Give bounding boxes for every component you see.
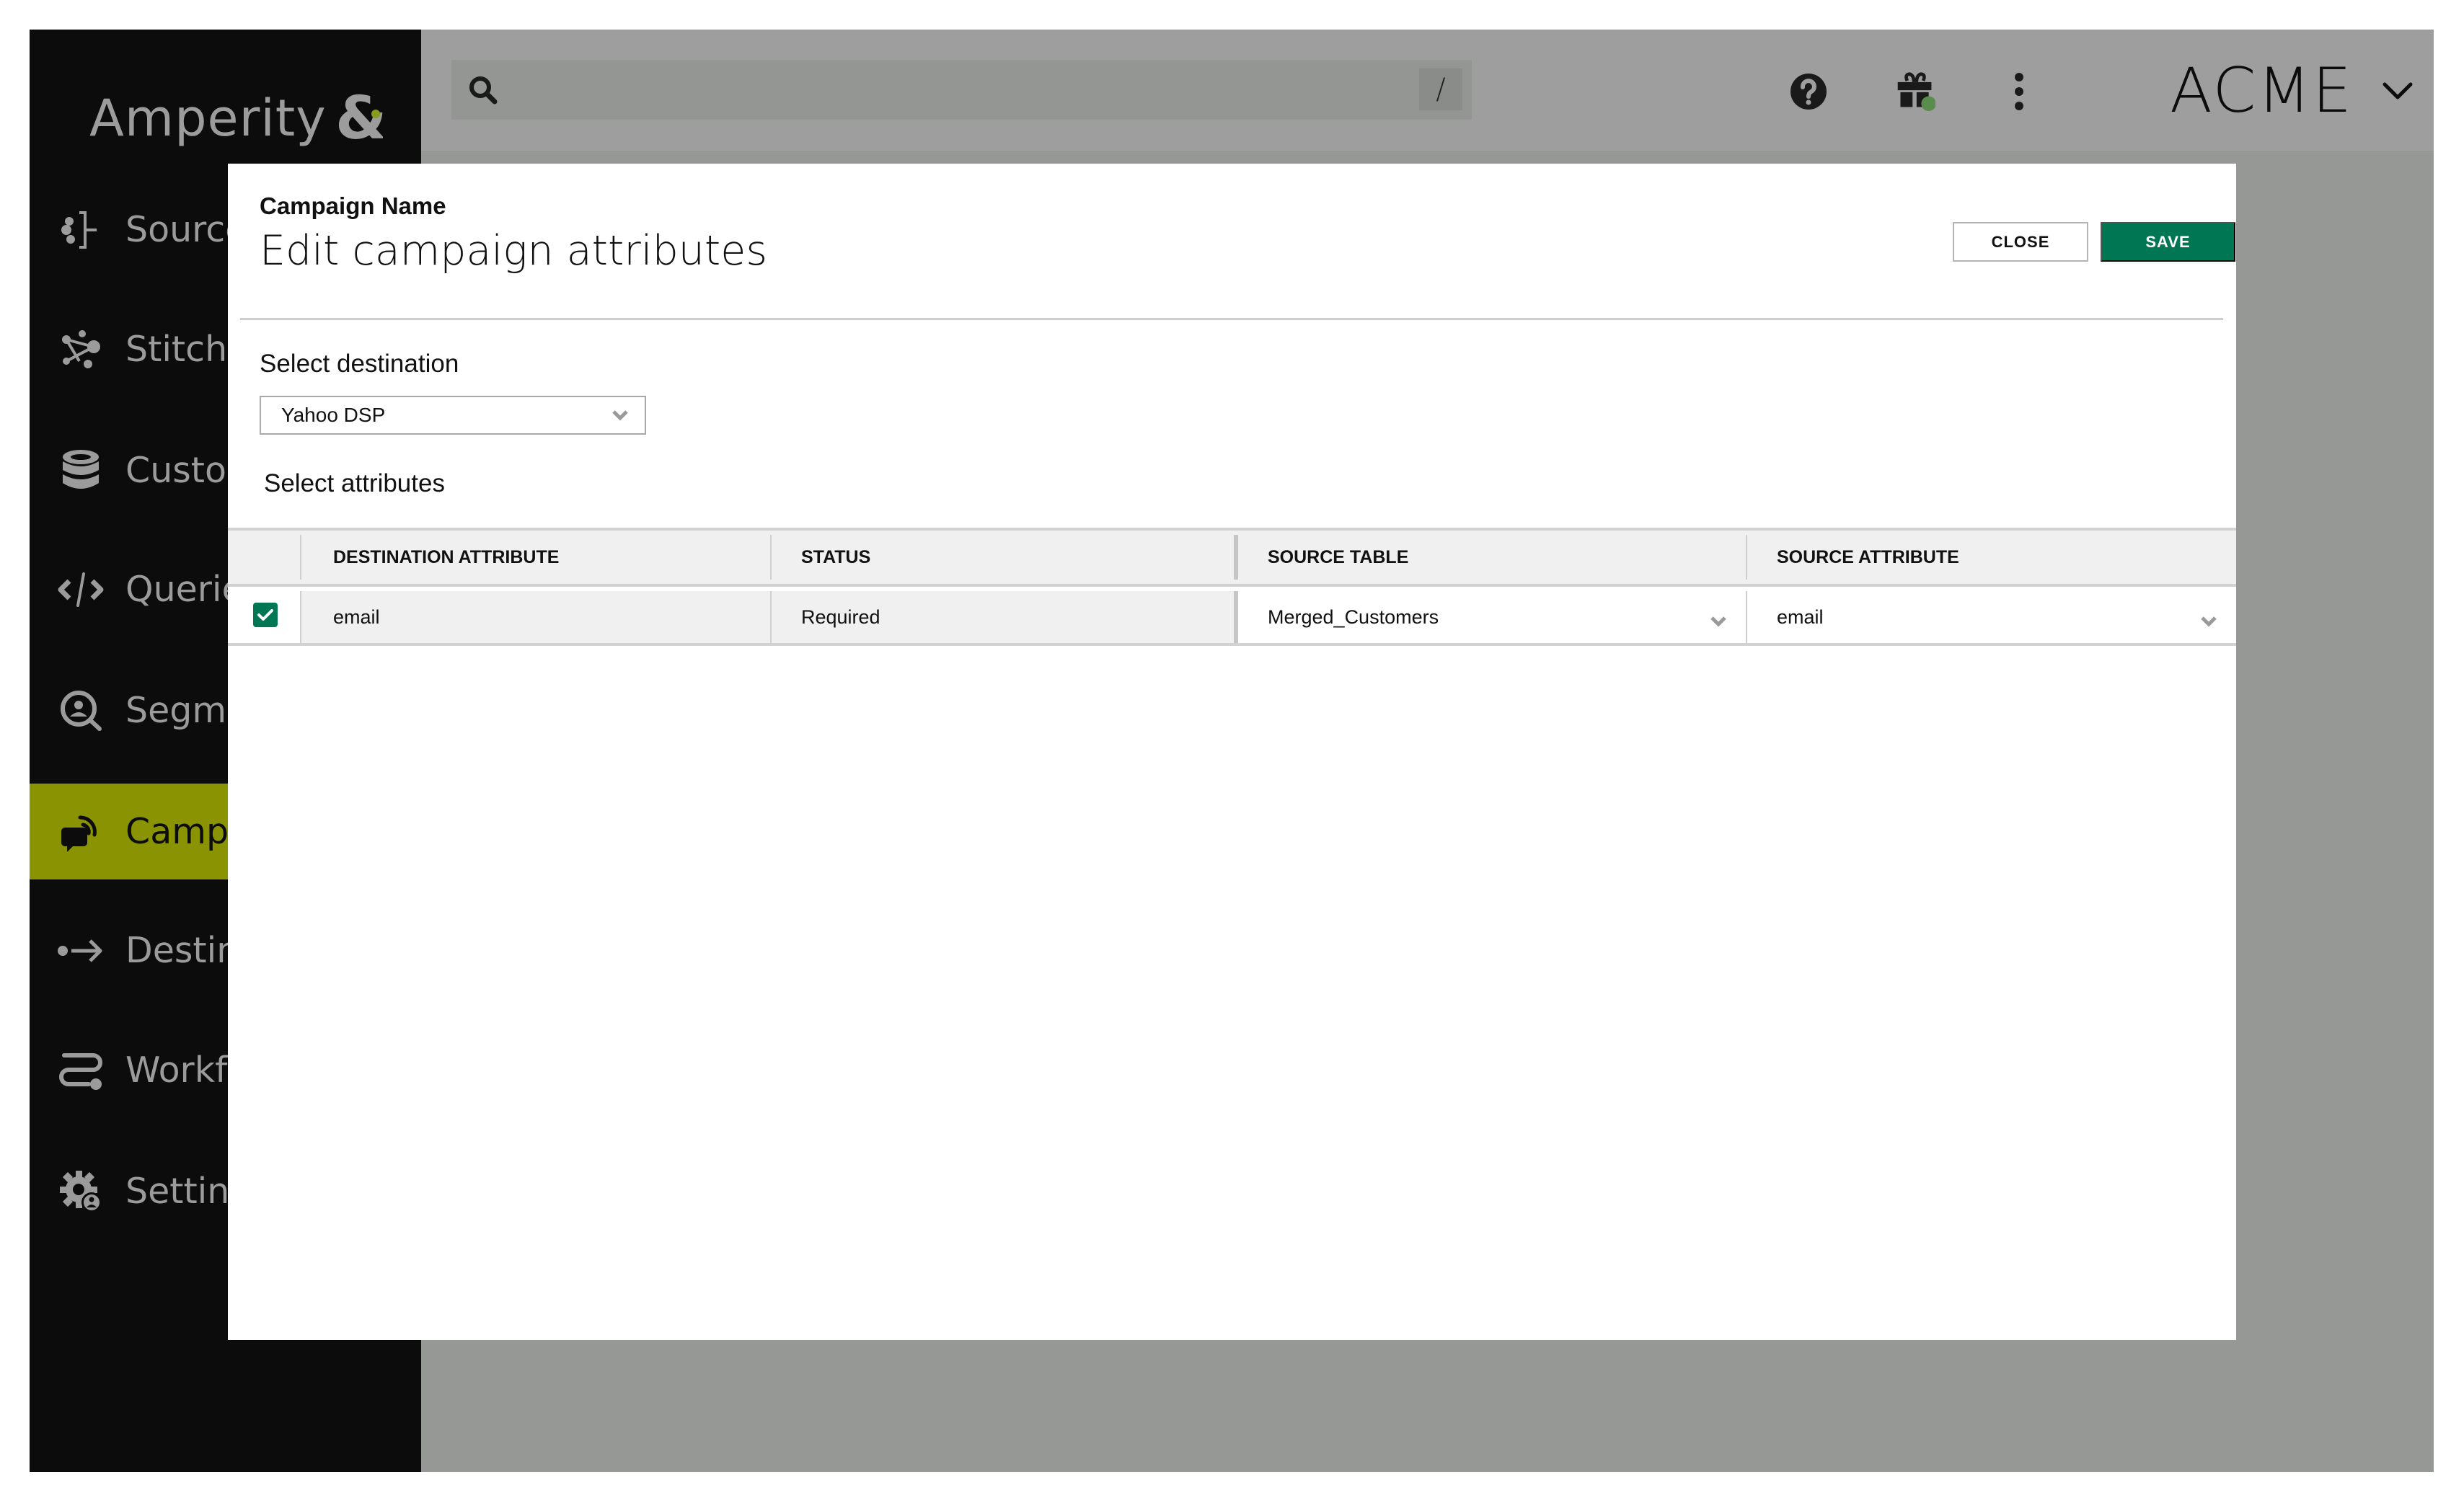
header-divider <box>240 318 2223 320</box>
sidebar-item-label: Stitch <box>125 329 228 370</box>
edit-campaign-attributes-modal: Campaign Name Edit campaign attributes C… <box>228 164 2236 1340</box>
source-table-select[interactable]: Merged_Customers <box>1234 591 1746 643</box>
stitch-icon <box>57 326 105 373</box>
amperity-logo[interactable]: Amperity & <box>89 84 387 153</box>
source-attribute-value: email <box>1777 606 1824 628</box>
help-icon[interactable] <box>1788 71 1829 112</box>
code-icon <box>57 566 105 613</box>
destination-select[interactable]: Yahoo DSP <box>260 396 646 435</box>
chevron-down-icon <box>1710 611 1727 627</box>
ampersand-logo-icon: & <box>335 84 387 153</box>
header-checkbox-column <box>228 531 300 584</box>
header-source-table: SOURCE TABLE <box>1234 535 1746 580</box>
attributes-table: DESTINATION ATTRIBUTE STATUS SOURCE TABL… <box>228 528 2236 646</box>
search-shortcut-key: / <box>1419 68 1462 110</box>
chevron-down-icon <box>2382 80 2414 102</box>
campaign-chat-icon <box>57 808 105 856</box>
campaign-name-label: Campaign Name <box>260 192 446 219</box>
account-name: ACME <box>2170 55 2353 127</box>
select-attributes-label: Select attributes <box>264 469 445 497</box>
gift-icon[interactable] <box>1895 71 1935 112</box>
table-row: email Required Merged_Customers email <box>228 587 2236 646</box>
close-button[interactable]: CLOSE <box>1953 222 2088 262</box>
search-input[interactable]: / <box>451 60 1472 120</box>
header-status: STATUS <box>770 535 1234 580</box>
search-icon <box>467 74 499 106</box>
source-attribute-select[interactable]: email <box>1746 591 2236 643</box>
source-table-value: Merged_Customers <box>1268 606 1439 628</box>
header-destination-attribute: DESTINATION ATTRIBUTE <box>300 535 770 580</box>
settings-user-gear-icon <box>57 1168 105 1215</box>
app-window: Amperity & Sources Stitch Customer Queri… <box>30 30 2434 1472</box>
segment-search-icon <box>57 687 105 735</box>
more-vertical-icon[interactable] <box>1999 71 2039 112</box>
row-checkbox[interactable] <box>253 603 278 627</box>
save-button[interactable]: SAVE <box>2101 222 2235 262</box>
checkmark-icon <box>257 609 273 621</box>
row-checkbox-cell <box>228 587 300 643</box>
top-bar: / ACME <box>421 30 2434 151</box>
select-destination-label: Select destination <box>260 350 459 378</box>
sources-icon <box>57 206 105 254</box>
chevron-down-icon <box>2200 611 2217 627</box>
logo-text: Amperity <box>89 89 327 148</box>
database-icon <box>57 447 105 495</box>
account-switcher[interactable]: ACME <box>2170 55 2414 127</box>
destination-arrow-icon <box>57 927 105 975</box>
workflow-icon <box>57 1047 105 1094</box>
chevron-down-icon <box>611 409 629 422</box>
destination-attribute-cell: email <box>300 591 770 643</box>
header-source-attribute: SOURCE ATTRIBUTE <box>1746 535 2236 580</box>
destination-select-value: Yahoo DSP <box>281 404 386 426</box>
status-cell: Required <box>770 591 1234 643</box>
modal-title: Edit campaign attributes <box>260 227 768 275</box>
svg-text:&: & <box>335 89 383 147</box>
table-header-row: DESTINATION ATTRIBUTE STATUS SOURCE TABL… <box>228 528 2236 587</box>
